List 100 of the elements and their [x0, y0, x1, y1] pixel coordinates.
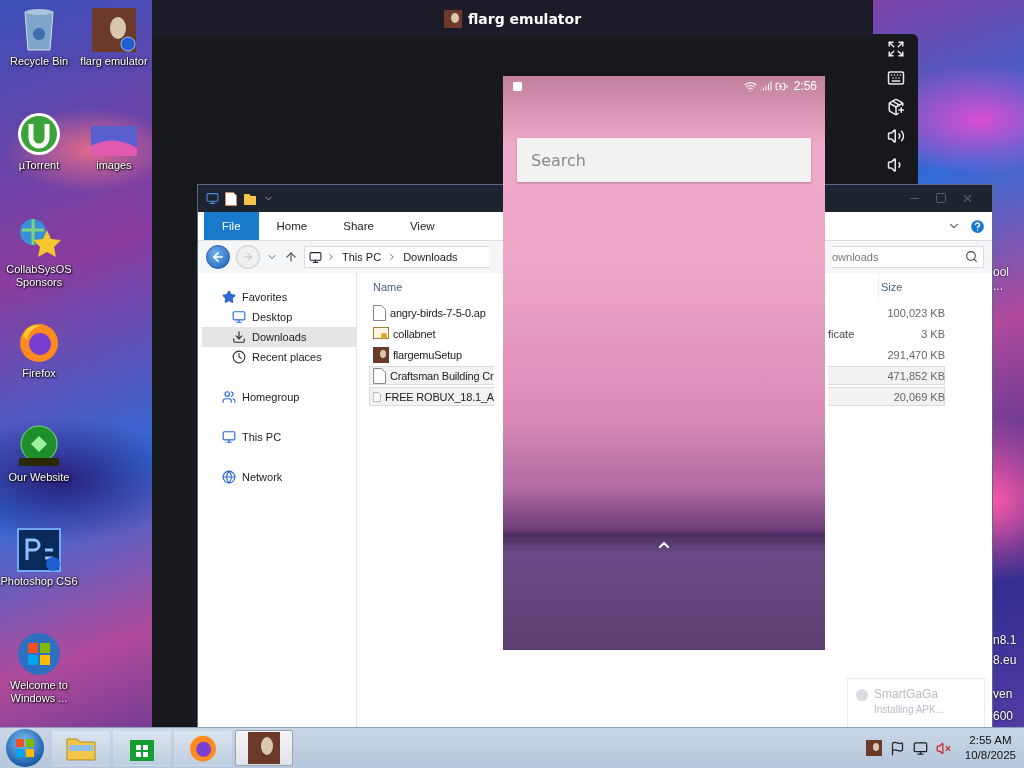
file-size: 20,069 KB — [892, 390, 945, 403]
notification-title: SmartGaGa — [874, 687, 940, 701]
certificate-icon — [373, 326, 389, 341]
file-size: 471,852 KB — [886, 369, 945, 382]
file-name-cell[interactable]: Craftsman Building Cr — [369, 366, 494, 385]
ribbon-tab[interactable]: File — [204, 212, 259, 240]
file-icon — [373, 304, 386, 321]
notification-text: Installing APK... — [874, 704, 945, 715]
desktop-icon-label[interactable]: 8.eu — [993, 653, 1024, 667]
nav-item[interactable]: Downloads — [202, 327, 356, 347]
file-details-cell[interactable]: 291,470 KB — [828, 345, 945, 364]
desktop-icon-label[interactable]: µTorrent — [18, 159, 60, 172]
desktop-icon-label[interactable]: ... — [993, 279, 1024, 293]
back-button[interactable] — [206, 245, 230, 269]
help-icon[interactable] — [969, 217, 986, 235]
search-icon — [965, 250, 978, 263]
breadcrumb-item[interactable]: This PC — [340, 251, 384, 263]
file-icon — [373, 367, 386, 384]
computer-icon — [309, 250, 322, 264]
file-size: 3 KB — [920, 327, 945, 340]
desktop-icon-label[interactable]: Our Website — [8, 471, 70, 484]
app-tray-icon[interactable] — [865, 740, 882, 756]
landscape-image-icon — [91, 126, 137, 156]
globe-star-icon — [17, 216, 61, 260]
desktop-icon-label[interactable]: CollabSysOS Sponsors — [0, 263, 78, 289]
globe-icon — [222, 470, 236, 484]
nav-item[interactable]: This PC — [202, 427, 356, 447]
desktop-icon-label[interactable]: Firefox — [22, 367, 56, 380]
network-icon[interactable] — [912, 740, 928, 756]
address-bar[interactable]: This PC Downloads — [304, 246, 490, 268]
search-field[interactable]: Search — [517, 138, 811, 182]
taskbar-button[interactable] — [235, 730, 293, 766]
desktop-icon-label[interactable]: Recycle Bin — [9, 55, 69, 68]
desktop-icon-label[interactable]: Photoshop CS6 — [0, 575, 78, 588]
orb-logo-icon — [17, 424, 61, 468]
computer-icon — [222, 430, 236, 444]
file-name: flargemuSetup — [393, 348, 462, 361]
file-name: collabnet — [393, 327, 436, 340]
portrait-thumbnail-icon — [443, 9, 462, 28]
up-arrow-icon[interactable] — [284, 250, 298, 264]
nav-item[interactable]: Favorites — [202, 287, 356, 307]
computer-icon — [206, 192, 219, 205]
file-details-cell[interactable]: ficate 3 KB — [828, 324, 945, 343]
file-details-cell[interactable]: 20,069 KB — [828, 387, 945, 406]
arrow-right-icon — [242, 251, 254, 263]
download-icon — [232, 330, 246, 344]
star-icon — [222, 290, 236, 304]
wifi-icon — [743, 79, 757, 93]
file-name: FREE ROBUX_18.1_A — [384, 390, 494, 403]
window-title: flarg emulator — [467, 10, 582, 27]
folder-icon — [66, 735, 96, 761]
file-type: ficate — [828, 327, 856, 340]
recycle-bin-icon — [22, 8, 56, 52]
windows-logo-icon — [15, 738, 35, 758]
keyboard-icon[interactable] — [886, 69, 905, 87]
file-name-cell[interactable]: angry-birds-7-5-0.ap — [369, 303, 494, 322]
desktop-icon-label[interactable]: ool — [993, 265, 1024, 279]
file-details-cell[interactable]: 471,852 KB — [828, 366, 945, 385]
start-button[interactable] — [6, 729, 44, 767]
portrait-thumbnail-icon — [248, 732, 280, 764]
portrait-thumbnail-icon — [92, 8, 136, 52]
nav-item[interactable]: Homegroup — [202, 387, 356, 407]
nav-item[interactable]: Network — [202, 467, 356, 487]
file-name: Craftsman Building Cr — [390, 369, 494, 382]
document-icon[interactable] — [225, 191, 237, 206]
arrow-left-icon — [211, 250, 225, 264]
file-name: angry-birds-7-5-0.ap — [390, 306, 486, 319]
file-name-cell[interactable]: FREE ROBUX_18.1_A — [369, 387, 494, 406]
flag-icon[interactable] — [889, 740, 905, 756]
ribbon-tab[interactable]: View — [391, 212, 453, 240]
nav-item[interactable]: Desktop — [202, 307, 356, 327]
taskbar-button[interactable] — [174, 730, 232, 766]
file-name-cell[interactable]: collabnet — [369, 324, 494, 343]
column-header[interactable]: Name — [373, 273, 498, 301]
clock[interactable]: 2:55 AM 10/8/2025 — [964, 733, 1016, 763]
breadcrumb-item[interactable]: Downloads — [401, 251, 460, 263]
folder-icon[interactable] — [243, 191, 257, 206]
fullscreen-icon[interactable] — [886, 40, 905, 58]
ribbon-tab[interactable]: Share — [325, 212, 392, 240]
status-time: 2:56 — [793, 79, 817, 93]
desktop-icon-label[interactable]: Welcome to Windows ... — [0, 679, 78, 705]
monitor-icon — [232, 310, 246, 324]
search-field[interactable]: ownloads — [832, 246, 984, 268]
column-header[interactable]: Size — [878, 273, 949, 301]
desktop-icon-label[interactable]: 600 — [993, 709, 1024, 723]
volume-up-icon[interactable] — [886, 127, 905, 145]
file-name-cell[interactable]: flargemuSetup — [369, 345, 494, 364]
file-size: 291,470 KB — [886, 348, 945, 361]
file-size: 100,023 KB — [886, 306, 945, 319]
app-thumbnail-icon — [373, 346, 389, 363]
desktop-icon-label[interactable]: ven — [993, 687, 1024, 701]
desktop-icon-label[interactable]: images — [96, 159, 132, 172]
desktop-icon-label[interactable]: flarg emulator — [80, 55, 148, 68]
package-plus-icon[interactable] — [886, 98, 905, 116]
nav-item[interactable]: Recent places — [202, 347, 356, 367]
desktop-icon-label[interactable]: n8.1 — [993, 633, 1024, 647]
volume-muted-icon[interactable] — [935, 740, 951, 756]
ribbon-tab[interactable]: Home — [258, 212, 326, 240]
file-details-cell[interactable]: 100,023 KB — [828, 303, 945, 322]
clock-icon — [232, 350, 246, 364]
